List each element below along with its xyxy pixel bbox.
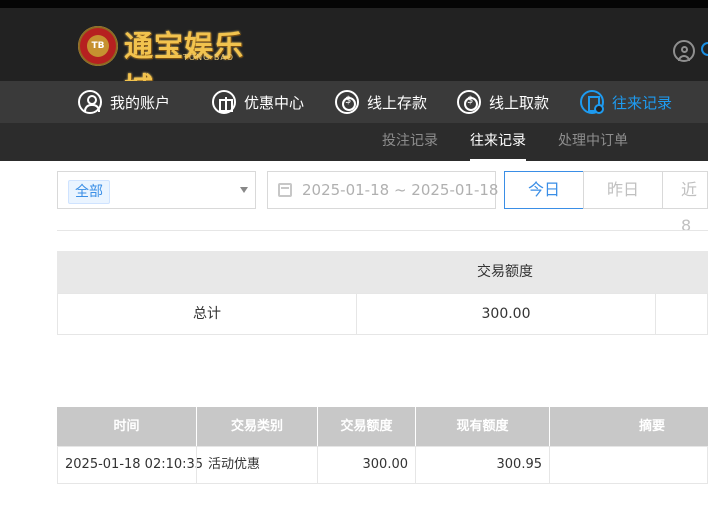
window-top-strip xyxy=(0,0,708,8)
nav-label: 线上取款 xyxy=(489,93,550,112)
transaction-type-select[interactable]: 全部 xyxy=(57,171,256,209)
column-header-amount: 交易额度 xyxy=(340,419,393,434)
cell-balance: 300.95 xyxy=(496,457,543,472)
date-range-value: 2025-01-18 ~ 2025-01-18 xyxy=(302,181,499,199)
summary-row: 总计 300.00 xyxy=(57,293,708,335)
withdraw-icon xyxy=(457,90,481,114)
user-profile-icon[interactable] xyxy=(673,40,695,62)
tab-pending-orders[interactable]: 处理中订单 xyxy=(558,123,628,161)
records-subnav: 投注记录 往来记录 处理中订单 xyxy=(0,123,708,161)
quick-filter-yesterday[interactable]: 昨日 xyxy=(583,171,663,209)
calendar-icon xyxy=(278,183,292,197)
date-range-picker[interactable]: 2025-01-18 ~ 2025-01-18 xyxy=(267,171,499,209)
cell-divider xyxy=(196,447,197,483)
summary-total-value: 300.00 xyxy=(481,306,531,322)
nav-label: 我的账户 xyxy=(110,93,171,112)
nav-label: 往来记录 xyxy=(612,93,673,112)
brand-subtext: TONG BAO xyxy=(183,53,235,62)
nav-item-transaction-records[interactable]: 往来记录 xyxy=(580,88,672,116)
chevron-down-icon xyxy=(240,187,248,193)
filter-divider xyxy=(57,230,708,231)
cell-amount: 300.00 xyxy=(362,457,409,472)
logo-badge: TB xyxy=(87,35,109,57)
brand-name: 通宝娱乐城 TONG BAO xyxy=(124,25,268,105)
column-header-time: 时间 xyxy=(113,419,140,434)
summary-header-label: 交易额度 xyxy=(477,264,533,280)
selected-type-tag[interactable]: 全部 xyxy=(68,180,110,204)
quick-filter-today[interactable]: 今日 xyxy=(504,171,584,209)
deposit-icon xyxy=(335,90,359,114)
nav-item-online-deposit[interactable]: 线上存款 xyxy=(335,88,427,116)
nav-item-my-account[interactable]: 我的账户 xyxy=(78,88,170,116)
records-icon xyxy=(580,90,604,114)
summary-header: 交易额度 xyxy=(57,251,708,293)
details-table-header: 时间 交易类别 交易额度 现有额度 摘要 xyxy=(57,407,708,446)
main-navigation: 我的账户 优惠中心 线上存款 线上取款 往来记录 xyxy=(0,81,708,123)
account-menu-accent-icon[interactable] xyxy=(701,42,708,56)
tab-bet-records[interactable]: 投注记录 xyxy=(382,123,438,161)
cell-divider xyxy=(549,447,550,483)
gift-icon xyxy=(212,90,236,114)
cell-category: 活动优惠 xyxy=(208,457,261,472)
site-header: TB 通宝娱乐城 TONG BAO xyxy=(0,8,708,105)
casino-chip-logo-icon: TB xyxy=(78,26,118,66)
account-icon xyxy=(78,90,102,114)
nav-label: 优惠中心 xyxy=(244,93,305,112)
nav-label: 线上存款 xyxy=(367,93,428,112)
tab-transaction-records[interactable]: 往来记录 xyxy=(470,123,526,161)
nav-item-promotions[interactable]: 优惠中心 xyxy=(212,88,304,116)
summary-divider xyxy=(655,294,656,334)
column-header-balance: 现有额度 xyxy=(456,419,509,434)
table-row: 2025-01-18 02:10:35 活动优惠 300.00 300.95 xyxy=(57,446,708,484)
quick-filter-recent[interactable]: 近8 xyxy=(662,171,708,235)
site-logo[interactable]: TB 通宝娱乐城 TONG BAO xyxy=(78,25,268,105)
cell-time: 2025-01-18 02:10:35 xyxy=(65,457,204,472)
column-header-remark: 摘要 xyxy=(638,419,665,434)
summary-total-label: 总计 xyxy=(193,306,221,322)
column-header-category: 交易类别 xyxy=(230,419,283,434)
nav-item-online-withdraw[interactable]: 线上取款 xyxy=(457,88,549,116)
